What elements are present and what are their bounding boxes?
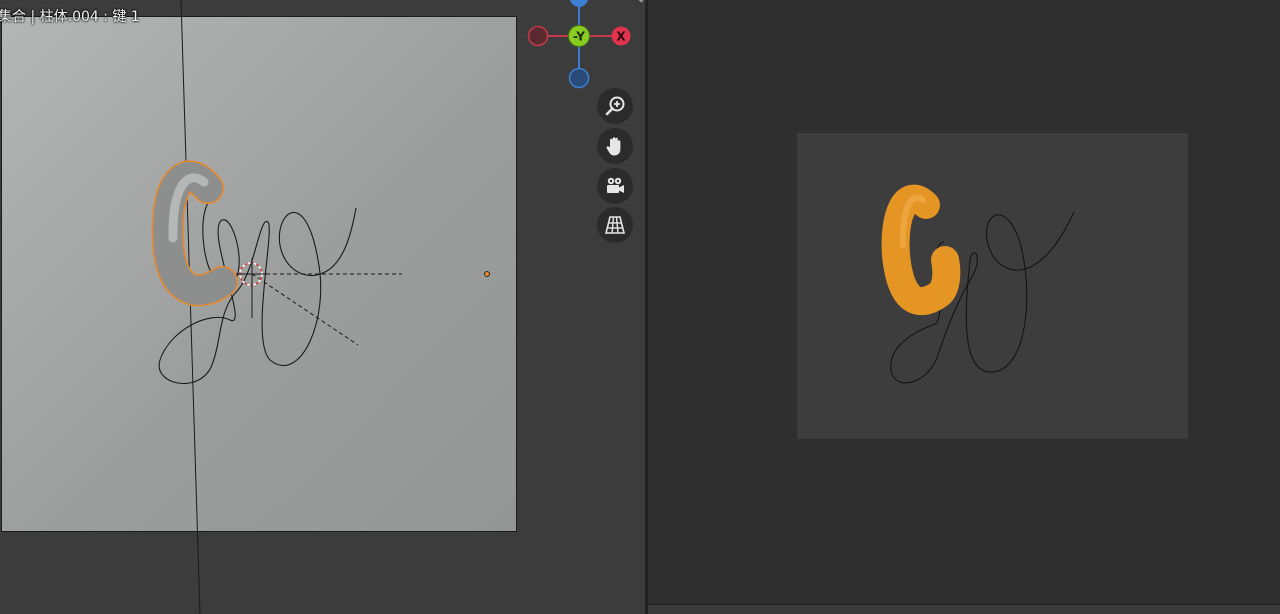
- dashed-guide-line: [251, 273, 359, 346]
- status-bar: [648, 604, 1280, 614]
- gizmo-x-label: X: [616, 30, 626, 44]
- 3d-viewport[interactable]: 集合 | 柱体.004 : 键 1 X -Y: [0, 0, 645, 614]
- zoom-in-icon: [605, 96, 625, 116]
- perspective-toggle-button[interactable]: [597, 207, 633, 243]
- camera-icon: [607, 177, 624, 193]
- hand-icon: [606, 137, 621, 156]
- grid-perspective-icon: [604, 216, 626, 234]
- gizmo-z-positive[interactable]: [570, 0, 588, 7]
- navigation-gizmo[interactable]: X -Y: [520, 0, 640, 95]
- camera-view-button[interactable]: [597, 168, 633, 204]
- gizmo-x-negative[interactable]: [527, 25, 549, 47]
- light-point: [484, 271, 490, 277]
- pan-button[interactable]: [597, 128, 633, 164]
- viewport-title: 集合 | 柱体.004 : 键 1: [0, 9, 140, 25]
- scene-axis-line: [180, 0, 201, 614]
- gizmo-y-label: -Y: [573, 30, 585, 44]
- zoom-button[interactable]: [597, 88, 633, 124]
- gizmo-z-negative[interactable]: [568, 67, 590, 89]
- render-viewport[interactable]: [648, 0, 1280, 614]
- render-overlay: [881, 184, 1075, 384]
